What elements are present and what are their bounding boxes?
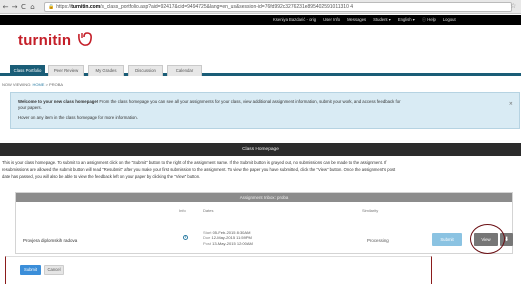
column-similarity: Similarity bbox=[362, 208, 379, 213]
homepage-description-2: resubmissions are allowed the submit but… bbox=[2, 167, 396, 172]
post-label: Post bbox=[203, 240, 212, 246]
assignment-inbox: Assignment Inbox: proba Info Dates Simil… bbox=[15, 192, 513, 254]
topnav-language-menu[interactable]: English ▾ bbox=[398, 17, 415, 23]
start-label: Start bbox=[203, 230, 212, 235]
topnav-logout[interactable]: Logout bbox=[443, 17, 456, 23]
breadcrumb: NOW VIEWING: HOME > PROBA bbox=[2, 82, 63, 87]
home-icon[interactable]: ⌂ bbox=[29, 2, 36, 12]
lock-icon: 🔒 bbox=[48, 4, 55, 10]
assignment-inbox-title: Assignment Inbox: proba bbox=[16, 193, 512, 202]
welcome-line-1: Welcome to your new class homepage! From… bbox=[18, 99, 401, 105]
breadcrumb-current: PROBA bbox=[49, 82, 64, 87]
tab-peer-review[interactable]: Peer Review bbox=[48, 65, 84, 76]
class-homepage-header: Class Homepage bbox=[0, 143, 521, 156]
turnitin-logo[interactable]: turnitin bbox=[18, 32, 71, 49]
welcome-heading: Welcome to your new class homepage! bbox=[18, 99, 99, 104]
info-icon[interactable]: i bbox=[183, 235, 188, 240]
back-icon[interactable]: ← bbox=[2, 2, 9, 12]
close-icon[interactable]: × bbox=[509, 101, 513, 107]
column-dates: Dates bbox=[203, 208, 214, 213]
panel-submit-button[interactable]: Submit bbox=[20, 265, 41, 275]
due-label: Due bbox=[203, 235, 211, 241]
start-date: 05-Feb-2015 bbox=[212, 230, 236, 235]
post-time: 12:00AM bbox=[236, 240, 253, 246]
tab-class-portfolio[interactable]: Class Portfolio bbox=[10, 65, 45, 76]
topnav-role-menu[interactable]: Student ▾ bbox=[373, 17, 391, 23]
turnitin-logo-mark-icon bbox=[78, 32, 92, 46]
due-time: 11:59PM bbox=[236, 235, 252, 241]
due-date: 12-May-2015 bbox=[211, 235, 236, 241]
topnav-user-info[interactable]: User Info bbox=[323, 17, 340, 23]
submission-panel: Submit Cancel bbox=[5, 256, 432, 284]
assignment-dates: Start 05-Feb-2015 8:30AM Due 12-May-2015… bbox=[203, 230, 253, 246]
tab-my-grades[interactable]: My Grades bbox=[88, 65, 124, 76]
homepage-description-3: date has passed, you will also be able t… bbox=[2, 174, 201, 179]
breadcrumb-label: NOW VIEWING: bbox=[2, 82, 32, 87]
tab-calendar[interactable]: Calendar bbox=[167, 65, 202, 76]
browser-toolbar: ← → C ⌂ 🔒 https://turnitin.com/s_class_p… bbox=[0, 0, 521, 14]
post-date: 13-May-2015 bbox=[212, 240, 236, 246]
url-path: /s_class_portfolio.asp?aid=92417&cid=949… bbox=[100, 4, 354, 10]
reload-icon[interactable]: C bbox=[20, 2, 27, 12]
view-button[interactable]: View bbox=[474, 233, 498, 246]
url-prefix: https:// bbox=[56, 4, 72, 10]
welcome-text: From the class homepage you can see all … bbox=[98, 99, 401, 104]
download-icon[interactable]: ⬇ bbox=[500, 233, 513, 246]
welcome-hover-hint: Hover on any item in the class homepage … bbox=[18, 115, 138, 120]
welcome-line-2: your papers. bbox=[18, 105, 42, 110]
class-tabs: Class Portfolio Peer Review My Grades Di… bbox=[0, 62, 521, 76]
bookmark-star-icon[interactable]: ☆ bbox=[510, 2, 516, 10]
breadcrumb-home-link[interactable]: HOME bbox=[32, 82, 44, 87]
url-host: turnitin.com bbox=[71, 4, 101, 10]
topnav-user-name[interactable]: Kseniya Bazdarić - orig bbox=[273, 17, 316, 23]
welcome-message: Welcome to your new class homepage! From… bbox=[10, 92, 520, 129]
similarity-status: Processing bbox=[367, 238, 389, 243]
address-bar[interactable]: 🔒 https://turnitin.com/s_class_portfolio… bbox=[44, 2, 512, 12]
tab-discussion[interactable]: Discussion bbox=[128, 65, 163, 76]
start-time: 8:30AM bbox=[236, 230, 251, 235]
topnav-messages[interactable]: Messages bbox=[347, 17, 366, 23]
top-navigation: Kseniya Bazdarić - orig User Info Messag… bbox=[0, 15, 521, 25]
column-info: Info bbox=[179, 208, 186, 213]
panel-cancel-button[interactable]: Cancel bbox=[44, 265, 64, 275]
forward-icon[interactable]: → bbox=[11, 2, 18, 12]
submit-button[interactable]: Submit bbox=[432, 233, 462, 246]
homepage-description-1: This is your class homepage. To submit t… bbox=[2, 160, 387, 165]
topnav-help[interactable]: ⓘ Help bbox=[422, 17, 436, 23]
assignment-title: Provjera diplomskih radova bbox=[23, 238, 78, 243]
